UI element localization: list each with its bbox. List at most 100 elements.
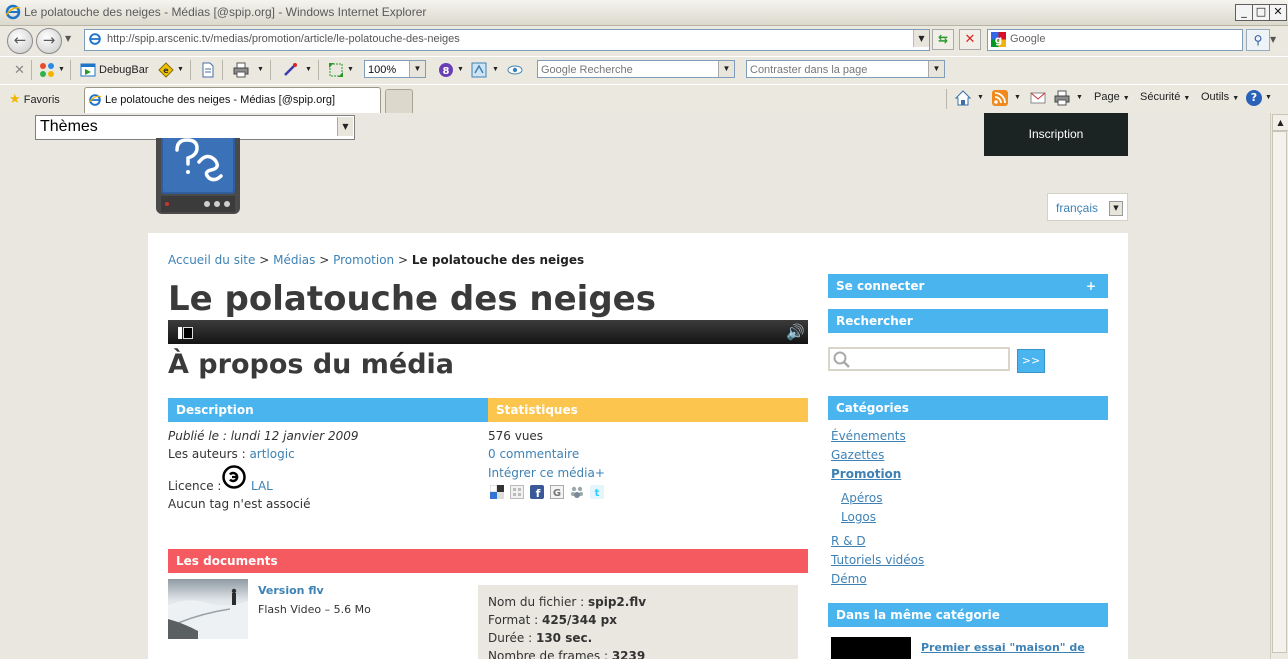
- history-dropdown-icon[interactable]: ▼: [65, 34, 71, 43]
- inscription-button[interactable]: Inscription: [984, 113, 1128, 156]
- volume-icon[interactable]: 🔊: [786, 323, 805, 341]
- views-count: 576 vues: [488, 429, 544, 443]
- google-logo-icon: g: [991, 32, 1006, 47]
- translate-icon[interactable]: [471, 62, 487, 78]
- url-dropdown-icon[interactable]: ▼: [913, 30, 929, 47]
- delicious-icon[interactable]: [490, 485, 504, 499]
- resize-icon[interactable]: [328, 62, 344, 78]
- category-gazettes[interactable]: Gazettes: [831, 448, 884, 462]
- licence-link[interactable]: LAL: [251, 479, 273, 493]
- video-player-bar[interactable]: ❚ 🔊: [168, 320, 808, 344]
- security-menu[interactable]: Sécurité ▼: [1140, 91, 1190, 103]
- home-dropdown-icon[interactable]: ▼: [977, 94, 984, 101]
- translate-dropdown-icon[interactable]: ▼: [492, 61, 499, 79]
- digg-icon[interactable]: [510, 485, 524, 499]
- licence-label: Licence :: [168, 479, 222, 493]
- embed-media-link[interactable]: Intégrer ce média+: [488, 466, 605, 480]
- breadcrumb-separator: >: [319, 253, 330, 267]
- help-icon[interactable]: ?: [1246, 90, 1262, 106]
- eyedropper-icon[interactable]: [282, 62, 298, 78]
- twitter-icon[interactable]: t: [590, 485, 604, 499]
- related-article-link[interactable]: Premier essai "maison" de: [921, 641, 1085, 654]
- category-aperos[interactable]: Apéros: [841, 491, 882, 505]
- help-dropdown-icon[interactable]: ▼: [1265, 94, 1272, 101]
- vertical-scrollbar[interactable]: ▲: [1270, 113, 1288, 659]
- rss-feed-icon[interactable]: [992, 90, 1008, 106]
- zoom-select[interactable]: 100% ▼: [364, 60, 426, 78]
- stop-button[interactable]: ✕: [959, 29, 981, 50]
- search-heading: Rechercher: [828, 309, 1108, 333]
- diamond-icon[interactable]: e: [158, 62, 174, 78]
- mail-icon[interactable]: [1030, 91, 1046, 105]
- print-menu-dropdown-icon[interactable]: ▼: [1076, 94, 1083, 101]
- url-field[interactable]: http://spip.arscenic.tv/medias/promotion…: [84, 29, 930, 51]
- copyleft-icon: [222, 465, 246, 489]
- category-logos[interactable]: Logos: [841, 510, 876, 524]
- forward-button[interactable]: →: [36, 28, 62, 54]
- author-link[interactable]: artlogic: [249, 447, 294, 461]
- print-dropdown-icon[interactable]: ▼: [257, 61, 264, 79]
- minimize-button[interactable]: _: [1235, 4, 1253, 21]
- video-thumbnail[interactable]: [168, 579, 248, 639]
- facebook-icon[interactable]: f: [530, 485, 544, 499]
- search-go-button[interactable]: ⚲: [1246, 29, 1270, 51]
- about-media-heading: À propos du média: [168, 349, 455, 380]
- search-input[interactable]: [828, 347, 1010, 371]
- new-tab-button[interactable]: [385, 89, 413, 113]
- category-demo[interactable]: Démo: [831, 572, 867, 586]
- favorites-button[interactable]: ★ Favoris: [9, 91, 60, 107]
- plus-icon: +: [1085, 279, 1096, 293]
- themes-select-value: Thèmes: [40, 118, 98, 135]
- search-submit-button[interactable]: >>: [1017, 349, 1045, 373]
- breadcrumb-promotion[interactable]: Promotion: [333, 253, 394, 267]
- scroll-up-button[interactable]: ▲: [1272, 114, 1288, 131]
- printer-icon[interactable]: [1054, 90, 1070, 106]
- tools-menu[interactable]: Outils ▼: [1201, 91, 1239, 103]
- version-flv-link[interactable]: Version flv: [258, 584, 324, 597]
- feed-dropdown-icon[interactable]: ▼: [1014, 94, 1021, 101]
- delicious-paw-icon[interactable]: [570, 485, 584, 499]
- category-tutoriels-videos[interactable]: Tutoriels vidéos: [831, 553, 924, 567]
- breadcrumb-home[interactable]: Accueil du site: [168, 253, 255, 267]
- login-heading: Se connecter: [836, 279, 925, 293]
- back-button[interactable]: ←: [7, 28, 33, 54]
- contrast-select[interactable]: Contraster dans la page ▼: [746, 60, 945, 78]
- home-icon[interactable]: [955, 90, 971, 106]
- number-eight-icon[interactable]: 8: [438, 62, 454, 78]
- search-provider-input[interactable]: g Google: [987, 29, 1243, 51]
- print-icon[interactable]: [233, 62, 249, 78]
- stop-icon: ✕: [964, 32, 976, 47]
- tab-active[interactable]: Le polatouche des neiges - Médias [@spip…: [84, 87, 381, 113]
- site-logo[interactable]: [155, 138, 241, 216]
- comments-link[interactable]: 0 commentaire: [488, 447, 579, 461]
- category-r-and-d[interactable]: R & D: [831, 534, 866, 548]
- windows-live-icon[interactable]: [39, 62, 55, 78]
- svg-text:e: e: [163, 66, 169, 75]
- language-select[interactable]: français ▼: [1047, 193, 1128, 221]
- refresh-button[interactable]: ⇆: [932, 29, 954, 50]
- documents-heading: Les documents: [168, 549, 808, 573]
- category-promotion[interactable]: Promotion: [831, 467, 901, 481]
- stop-square-icon[interactable]: [183, 327, 193, 339]
- resize-dropdown-icon[interactable]: ▼: [347, 61, 354, 79]
- search-options-dropdown-icon[interactable]: ▼: [1270, 35, 1276, 44]
- debugbar-button[interactable]: DebugBar: [99, 61, 149, 79]
- page-menu[interactable]: Page ▼: [1094, 91, 1130, 103]
- google-bookmark-icon[interactable]: G: [550, 485, 564, 499]
- scrollbar-thumb[interactable]: [1272, 131, 1287, 653]
- login-toggle[interactable]: Se connecter +: [828, 274, 1108, 298]
- eye-icon[interactable]: [507, 62, 523, 78]
- google-recherche-input[interactable]: Google Recherche ▼: [537, 60, 735, 78]
- themes-select[interactable]: Thèmes ▼: [35, 115, 355, 140]
- page-icon[interactable]: [200, 62, 216, 78]
- maximize-button[interactable]: □: [1252, 4, 1270, 21]
- eight-dropdown-icon[interactable]: ▼: [457, 61, 464, 79]
- close-window-button[interactable]: ✕: [1269, 4, 1287, 21]
- close-toolbar-icon[interactable]: ✕: [14, 61, 25, 79]
- category-evenements[interactable]: Événements: [831, 429, 906, 443]
- diamond-dropdown-icon[interactable]: ▼: [177, 61, 184, 79]
- windows-live-dropdown-icon[interactable]: ▼: [58, 61, 65, 79]
- related-thumbnail[interactable]: [831, 637, 911, 659]
- eyedropper-dropdown-icon[interactable]: ▼: [305, 61, 312, 79]
- breadcrumb-medias[interactable]: Médias: [273, 253, 315, 267]
